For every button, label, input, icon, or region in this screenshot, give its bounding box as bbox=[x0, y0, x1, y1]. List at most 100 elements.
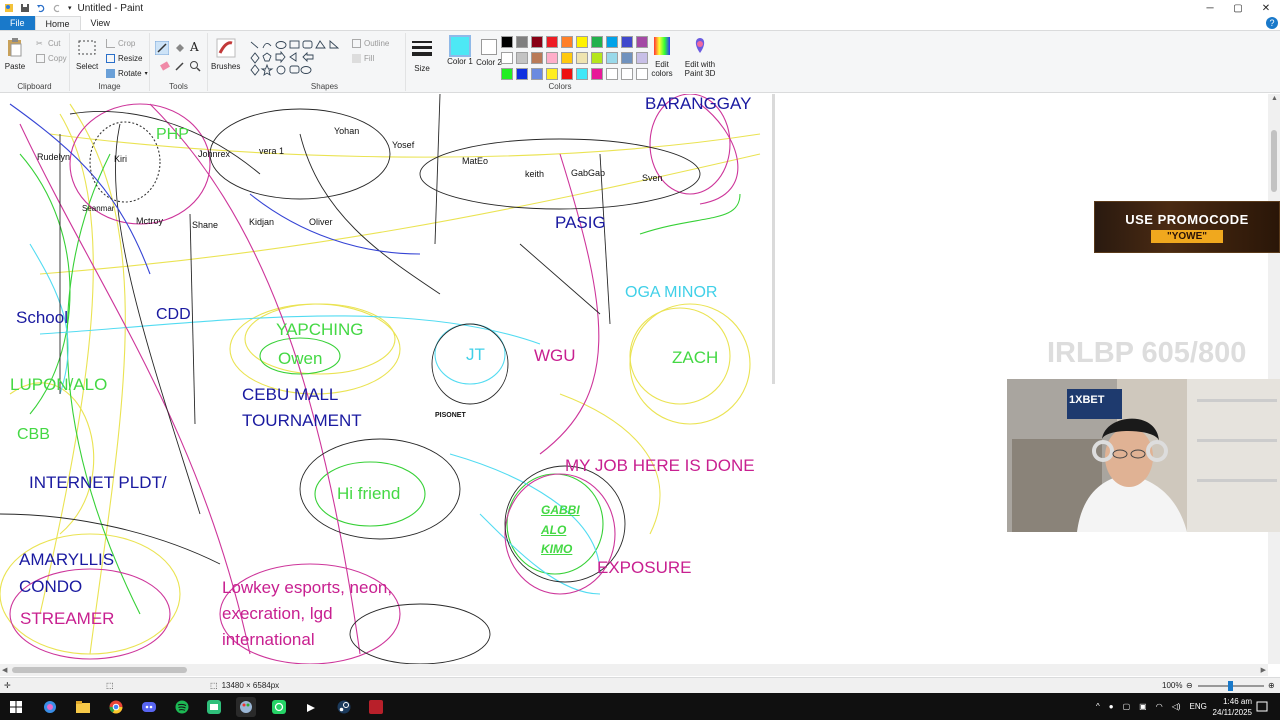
steam-taskbar-icon[interactable] bbox=[334, 697, 354, 717]
palette-color-swatch[interactable] bbox=[531, 52, 543, 64]
palette-color-swatch[interactable] bbox=[546, 68, 558, 80]
eraser-tool[interactable] bbox=[159, 60, 171, 72]
text-tool[interactable]: A bbox=[190, 40, 199, 54]
edit-colors-button[interactable]: Edit colors bbox=[648, 35, 676, 78]
brushes-button[interactable]: Brushes bbox=[211, 37, 240, 71]
wifi-icon[interactable]: ◠ bbox=[1156, 702, 1163, 711]
messenger-app-taskbar-icon[interactable] bbox=[204, 697, 224, 717]
capcut-taskbar-icon[interactable] bbox=[302, 697, 322, 717]
chrome-taskbar-icon[interactable] bbox=[106, 697, 126, 717]
rotate-button[interactable]: Rotate ▾ bbox=[106, 69, 148, 78]
undo-icon[interactable] bbox=[36, 3, 46, 13]
palette-color-swatch[interactable] bbox=[576, 68, 588, 80]
palette-color-swatch[interactable] bbox=[591, 68, 603, 80]
palette-color-swatch[interactable] bbox=[576, 52, 588, 64]
file-explorer-taskbar-icon[interactable] bbox=[73, 697, 93, 717]
palette-color-swatch[interactable] bbox=[516, 68, 528, 80]
tab-file[interactable]: File bbox=[0, 16, 35, 30]
palette-color-swatch[interactable] bbox=[531, 68, 543, 80]
palette-color-swatch[interactable] bbox=[516, 36, 528, 48]
discord-taskbar-icon[interactable] bbox=[139, 697, 159, 717]
horizontal-scrollbar[interactable]: ◀ ▶ bbox=[0, 664, 1268, 676]
start-button[interactable] bbox=[6, 697, 26, 717]
language-indicator[interactable]: ENG bbox=[1190, 702, 1207, 711]
magnifier-tool[interactable] bbox=[189, 60, 201, 72]
paint-taskbar-icon[interactable] bbox=[236, 697, 256, 717]
label-pasig: PASIG bbox=[555, 213, 606, 232]
palette-color-swatch[interactable] bbox=[591, 52, 603, 64]
palette-color-swatch[interactable] bbox=[621, 68, 633, 80]
cut-button[interactable]: ✂ Cut bbox=[36, 39, 60, 48]
color2-button[interactable]: Color 2 bbox=[475, 39, 503, 67]
whatsapp-taskbar-icon[interactable] bbox=[269, 697, 289, 717]
resize-button[interactable]: Resize bbox=[106, 54, 142, 63]
scroll-up-icon[interactable]: ▲ bbox=[1271, 95, 1278, 102]
canvas-resize-handle[interactable] bbox=[772, 94, 775, 384]
palette-color-swatch[interactable] bbox=[591, 36, 603, 48]
tray-overflow-icon[interactable]: ^ bbox=[1096, 702, 1100, 711]
palette-color-swatch[interactable] bbox=[606, 52, 618, 64]
minimize-button[interactable]: ─ bbox=[1196, 0, 1224, 16]
palette-color-swatch[interactable] bbox=[501, 52, 513, 64]
zoom-out-icon[interactable]: ⊖ bbox=[1186, 681, 1193, 690]
palette-color-swatch[interactable] bbox=[516, 52, 528, 64]
tray-app-icon[interactable]: ▢ bbox=[1123, 702, 1131, 711]
palette-color-swatch[interactable] bbox=[636, 36, 648, 48]
resize-label: Resize bbox=[118, 54, 143, 63]
maximize-button[interactable]: ▢ bbox=[1224, 0, 1252, 16]
taskbar-clock[interactable]: 1:46 am 24/11/2025 bbox=[1213, 696, 1252, 718]
select-button[interactable]: Select bbox=[76, 37, 98, 71]
color1-button[interactable]: Color 1 bbox=[446, 35, 474, 66]
copilot-taskbar-icon[interactable] bbox=[40, 697, 60, 717]
edit-paint3d-button[interactable]: Edit with Paint 3D bbox=[684, 35, 716, 78]
fill-tool[interactable] bbox=[174, 42, 186, 54]
tab-view[interactable]: View bbox=[81, 16, 120, 30]
redo-icon[interactable] bbox=[52, 3, 62, 13]
close-button[interactable]: ✕ bbox=[1252, 0, 1280, 16]
palette-color-swatch[interactable] bbox=[561, 52, 573, 64]
tray-app2-icon[interactable]: ▣ bbox=[1139, 702, 1147, 711]
crop-button[interactable]: Crop bbox=[106, 39, 135, 48]
help-icon[interactable]: ? bbox=[1266, 17, 1278, 29]
drawing-canvas[interactable]: BARANGGAY PHP Rudelyn Kiri Johnrex vera … bbox=[0, 94, 772, 664]
palette-color-swatch[interactable] bbox=[561, 36, 573, 48]
palette-color-swatch[interactable] bbox=[546, 36, 558, 48]
notifications-icon[interactable] bbox=[1252, 697, 1272, 717]
microphone-icon[interactable]: ● bbox=[1109, 702, 1114, 711]
spotify-taskbar-icon[interactable] bbox=[172, 697, 192, 717]
palette-color-swatch[interactable] bbox=[561, 68, 573, 80]
palette-color-swatch[interactable] bbox=[606, 36, 618, 48]
paint-app-icon bbox=[5, 4, 13, 12]
scroll-right-icon[interactable]: ▶ bbox=[1261, 666, 1266, 674]
palette-color-swatch[interactable] bbox=[606, 68, 618, 80]
horizontal-scroll-thumb[interactable] bbox=[12, 667, 187, 673]
zoom-slider-knob[interactable] bbox=[1228, 681, 1233, 691]
quick-access-dropdown-icon[interactable]: ▾ bbox=[68, 4, 72, 12]
scroll-left-icon[interactable]: ◀ bbox=[2, 666, 7, 674]
outline-button[interactable]: Outline bbox=[352, 39, 389, 48]
save-icon[interactable] bbox=[20, 3, 30, 13]
shapes-gallery-icon[interactable] bbox=[248, 39, 346, 79]
brushes-group: Brushes bbox=[208, 33, 244, 91]
tab-home[interactable]: Home bbox=[34, 16, 81, 30]
vertical-scroll-thumb[interactable] bbox=[1271, 130, 1277, 192]
volume-icon[interactable]: ◁) bbox=[1172, 702, 1181, 711]
palette-color-swatch[interactable] bbox=[576, 36, 588, 48]
size-button[interactable]: Size bbox=[411, 39, 433, 73]
paste-button[interactable]: Paste bbox=[4, 37, 26, 71]
palette-color-swatch[interactable] bbox=[546, 52, 558, 64]
color-picker-tool[interactable] bbox=[174, 60, 186, 72]
zoom-in-icon[interactable]: ⊕ bbox=[1268, 681, 1275, 690]
rotate-label: Rotate bbox=[118, 69, 142, 78]
palette-color-swatch[interactable] bbox=[531, 36, 543, 48]
red-app-taskbar-icon[interactable] bbox=[366, 697, 386, 717]
palette-color-swatch[interactable] bbox=[621, 36, 633, 48]
pencil-tool[interactable] bbox=[155, 41, 169, 55]
palette-color-swatch[interactable] bbox=[621, 52, 633, 64]
palette-color-swatch[interactable] bbox=[501, 68, 513, 80]
palette-color-swatch[interactable] bbox=[501, 36, 513, 48]
fill-button[interactable]: Fill bbox=[352, 54, 374, 63]
copy-button[interactable]: Copy bbox=[36, 54, 67, 63]
color2-swatch bbox=[481, 39, 497, 55]
scissors-icon: ✂ bbox=[36, 39, 43, 48]
